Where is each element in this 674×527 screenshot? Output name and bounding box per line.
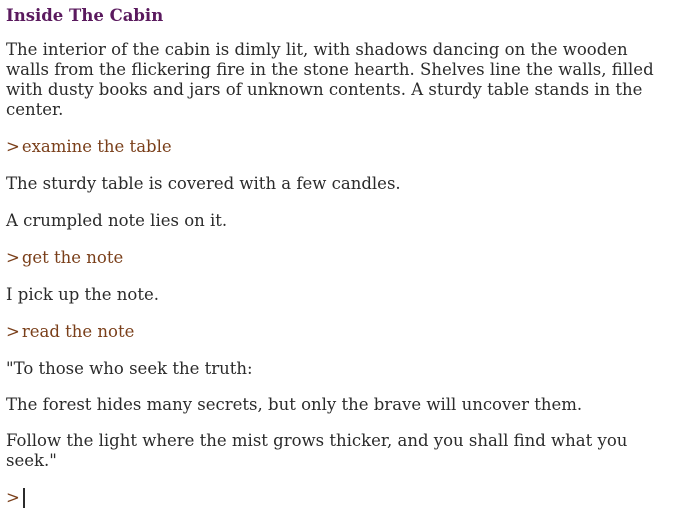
command-text: examine the table [21,137,172,156]
response-text: Follow the light where the mist grows th… [6,431,628,470]
response-text: The forest hides many secrets, but only … [6,395,583,414]
command-line: > examine the table [6,137,668,157]
command-line: > get the note [6,248,668,268]
game-transcript: Inside The Cabin The interior of the cab… [0,0,674,508]
text-cursor [22,488,25,508]
command-input-line[interactable]: > [6,488,668,508]
command-text: read the note [21,322,135,341]
response-text: A crumpled note lies on it. [6,211,228,230]
prompt-symbol: > [6,137,20,156]
response-text: I pick up the note. [6,285,159,304]
room-title: Inside The Cabin [6,6,164,25]
command-line: > read the note [6,322,668,342]
command-text: get the note [21,248,124,267]
prompt-symbol: > [6,322,20,341]
prompt-symbol: > [6,488,20,507]
prompt-symbol: > [6,248,20,267]
response-text: The sturdy table is covered with a few c… [6,174,401,193]
response-text: "To those who seek the truth: [6,359,253,378]
room-description: The interior of the cabin is dimly lit, … [6,40,654,119]
